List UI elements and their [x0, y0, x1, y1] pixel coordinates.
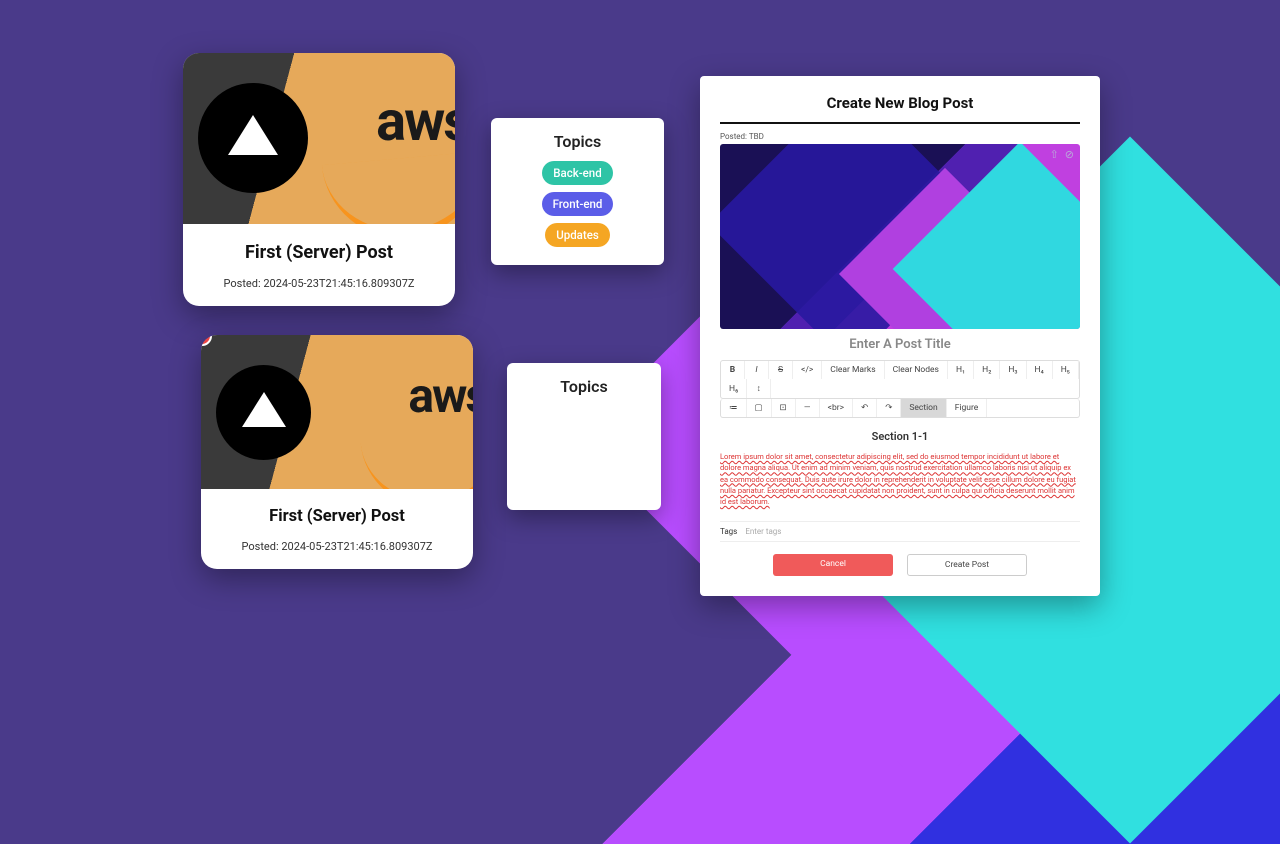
posted-label: Posted: TBD — [720, 132, 1080, 141]
toolbar-btn[interactable]: I — [745, 361, 769, 379]
topics-heading: Topics — [525, 377, 643, 396]
aws-logo-text: aws — [408, 367, 473, 424]
topics-heading: Topics — [509, 132, 646, 151]
panel-heading: Create New Blog Post — [720, 94, 1080, 112]
post-card[interactable]: aws First (Server) Post Posted: 2024-05-… — [183, 53, 455, 306]
chip-label: Back-end — [569, 412, 615, 425]
post-card-deletable[interactable]: aws First (Server) Post Posted: 2024-05-… — [201, 335, 473, 569]
toolbar-btn[interactable]: Figure — [947, 399, 988, 417]
toolbar-btn[interactable]: <br> — [820, 399, 853, 417]
post-card-image: aws — [183, 53, 455, 224]
topics-card-editable: Topics ✕ Back-end ✕ Front-end ✕ Updates — [507, 363, 661, 510]
toolbar-btn[interactable]: Section — [901, 399, 946, 417]
remove-icon[interactable]: ✕ — [549, 411, 563, 425]
topic-chip-updates[interactable]: Updates — [545, 223, 610, 247]
editor-toolbar-2: ≔▢⊡—<br>↶↷SectionFigure — [720, 399, 1080, 418]
section-label: Section 1-1 — [720, 430, 1080, 443]
topic-chip-removable-back-end[interactable]: ✕ Back-end — [542, 406, 626, 430]
toolbar-btn[interactable]: H₁ — [948, 361, 974, 379]
post-title: First (Server) Post — [213, 507, 461, 526]
aws-smile-icon — [360, 421, 473, 489]
link-icon[interactable]: ⊘ — [1065, 148, 1074, 161]
toolbar-btn[interactable]: ↕ — [747, 379, 771, 398]
cancel-button[interactable]: Cancel — [773, 554, 893, 576]
topic-chip-front-end[interactable]: Front-end — [542, 192, 614, 216]
toolbar-btn[interactable]: H₅ — [1053, 361, 1079, 379]
post-card-image: aws — [201, 335, 473, 489]
post-date: Posted: 2024-05-23T21:45:16.809307Z — [213, 540, 461, 553]
editor-toolbar: BIS</>Clear MarksClear NodesH₁H₂H₃H₄H₅ H₆… — [720, 360, 1080, 399]
topics-card: Topics Back-end Front-end Updates — [491, 118, 664, 265]
toolbar-btn[interactable]: H₄ — [1027, 361, 1053, 379]
create-post-panel: Create New Blog Post Posted: TBD ⇧ ⊘ Ent… — [700, 76, 1100, 596]
topic-chip-removable-front-end[interactable]: ✕ Front-end — [541, 437, 627, 461]
toolbar-btn[interactable]: ⊡ — [772, 399, 796, 417]
toolbar-btn[interactable]: — — [796, 399, 820, 417]
aws-smile-icon — [322, 151, 455, 224]
post-date: Posted: 2024-05-23T21:45:16.809307Z — [195, 277, 443, 290]
topic-chip-removable-updates[interactable]: ✕ Updates — [545, 468, 624, 492]
toolbar-btn[interactable]: ≔ — [721, 399, 747, 417]
toolbar-btn[interactable]: Clear Marks — [822, 361, 884, 379]
tags-input[interactable]: Enter tags — [745, 527, 781, 536]
upload-icon[interactable]: ⇧ — [1050, 148, 1059, 161]
aws-logo-text: aws — [376, 88, 455, 154]
editor-body[interactable]: Lorem ipsum dolor sit amet, consectetur … — [720, 451, 1080, 507]
post-title-input[interactable]: Enter A Post Title — [720, 337, 1080, 352]
toolbar-btn[interactable]: ▢ — [747, 399, 772, 417]
toolbar-btn[interactable]: S — [769, 361, 793, 379]
toolbar-btn[interactable]: H₃ — [1000, 361, 1026, 379]
toolbar-btn[interactable]: H₆ — [721, 379, 747, 398]
chip-label: Updates — [572, 474, 613, 487]
vercel-logo — [216, 365, 311, 460]
toolbar-btn[interactable]: ↶ — [853, 399, 877, 417]
remove-icon[interactable]: ✕ — [548, 442, 562, 456]
tags-label: Tags — [720, 527, 737, 536]
toolbar-btn[interactable]: B — [721, 361, 745, 379]
hero-image[interactable]: ⇧ ⊘ — [720, 144, 1080, 329]
toolbar-btn[interactable]: </> — [793, 361, 822, 379]
topic-chip-back-end[interactable]: Back-end — [542, 161, 612, 185]
post-title: First (Server) Post — [195, 242, 443, 263]
vercel-logo — [198, 83, 308, 193]
remove-icon[interactable]: ✕ — [552, 473, 566, 487]
create-post-button[interactable]: Create Post — [907, 554, 1027, 576]
chip-label: Front-end — [568, 443, 616, 456]
tags-row: Tags Enter tags — [720, 521, 1080, 542]
toolbar-btn[interactable]: ↷ — [877, 399, 901, 417]
toolbar-btn[interactable]: H₂ — [974, 361, 1000, 379]
toolbar-btn[interactable]: Clear Nodes — [885, 361, 948, 379]
